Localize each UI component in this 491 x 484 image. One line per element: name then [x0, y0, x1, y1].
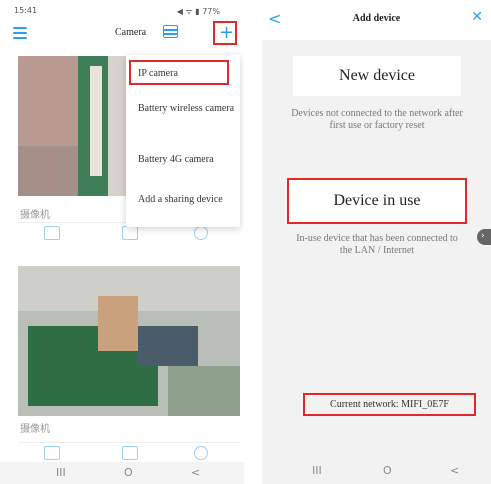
- status-icons: ◀ ᯤ ▮ 77%: [176, 7, 220, 16]
- menu-item-add-sharing-device[interactable]: Add a sharing device: [138, 194, 238, 206]
- recent-apps-button[interactable]: III: [312, 464, 322, 477]
- back-button[interactable]: <: [450, 464, 459, 477]
- system-navbar: III O <: [262, 454, 491, 484]
- recent-apps-button[interactable]: III: [56, 466, 66, 479]
- chevron-right-icon: ›: [481, 231, 485, 241]
- add-device-button[interactable]: +: [213, 21, 237, 45]
- side-handle[interactable]: ›: [477, 229, 491, 245]
- system-navbar: III O <: [0, 462, 244, 484]
- settings-icon[interactable]: [194, 446, 208, 460]
- camera-name: 摄像机: [20, 210, 50, 221]
- status-bar: 15:41 ◀ ᯤ ▮ 77%: [0, 0, 244, 20]
- divider: [18, 442, 240, 443]
- camera-card[interactable]: 摄像机: [18, 266, 240, 466]
- menu-item-battery-wireless-camera[interactable]: Battery wireless camera: [138, 103, 238, 115]
- add-device-screen: < Add device ✕ New device Devices not co…: [262, 0, 491, 484]
- home-button[interactable]: O: [383, 464, 392, 477]
- settings-icon[interactable]: [194, 226, 208, 240]
- device-in-use-description: In-use device that has been connected to…: [296, 233, 458, 256]
- back-button[interactable]: <: [191, 466, 200, 479]
- menu-item-ip-camera[interactable]: IP camera: [138, 68, 238, 80]
- new-device-description: Devices not connected to the network aft…: [291, 108, 463, 131]
- cloud-storage-icon[interactable]: [122, 226, 138, 240]
- home-button[interactable]: O: [124, 466, 133, 479]
- card-actions: [18, 226, 240, 246]
- grid-view-icon[interactable]: [163, 25, 178, 38]
- add-device-header: < Add device ✕: [262, 0, 491, 40]
- page-title: Add device: [352, 13, 401, 24]
- camera-thumbnail[interactable]: [18, 266, 240, 416]
- add-device-dropdown: IP camera Battery wireless camera Batter…: [126, 55, 240, 227]
- sd-card-icon[interactable]: [44, 226, 60, 240]
- device-in-use-button[interactable]: Device in use: [287, 178, 467, 224]
- close-icon[interactable]: ✕: [471, 9, 483, 25]
- cloud-storage-icon[interactable]: [122, 446, 138, 460]
- camera-list-screen: 15:41 ◀ ᯤ ▮ 77% Camera + 摄像机 摄像机 IP came…: [0, 0, 244, 484]
- status-time: 15:41: [14, 6, 38, 15]
- camera-name: 摄像机: [20, 424, 50, 435]
- hamburger-menu-icon[interactable]: [13, 27, 27, 39]
- plus-icon: +: [219, 22, 235, 43]
- new-device-button[interactable]: New device: [293, 56, 461, 96]
- page-title: Camera: [115, 27, 147, 38]
- current-network-label: Current network: MIFI_0E7F: [303, 393, 476, 416]
- sd-card-icon[interactable]: [44, 446, 60, 460]
- menu-item-battery-4g-camera[interactable]: Battery 4G camera: [138, 154, 238, 166]
- camera-header: Camera +: [0, 20, 244, 50]
